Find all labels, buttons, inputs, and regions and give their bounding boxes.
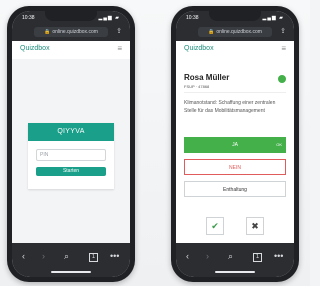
phone-notch: [45, 11, 97, 21]
home-indicator: [215, 271, 255, 273]
more-icon[interactable]: •••: [110, 251, 119, 261]
home-indicator: [51, 271, 91, 273]
hamburger-icon[interactable]: ≡: [281, 44, 286, 53]
app-header: Quizdbox ≡: [176, 41, 294, 60]
voting-page: Rosa Müller FSUP · 47868 Klimanotstand: …: [176, 59, 294, 243]
voter-subtitle: FSUP · 47868: [184, 84, 210, 89]
search-icon[interactable]: ⌕: [64, 251, 69, 262]
lock-icon: 🔒: [44, 29, 51, 35]
login-card: QIYYVA PIN Starten: [28, 123, 114, 189]
signal-battery-icons: ▂▄▆ ▰: [98, 15, 120, 21]
lock-icon: 🔒: [208, 29, 215, 35]
share-icon[interactable]: ⇪: [280, 27, 286, 35]
vote-no-button[interactable]: NEIN: [184, 159, 286, 175]
back-icon[interactable]: ‹: [186, 251, 189, 261]
phone-screen: 10:38 ▂▄▆ ▰ 🔒 online.quizdbox.com ⇪ Quizd…: [176, 11, 294, 277]
tabs-icon[interactable]: 1: [89, 253, 98, 262]
pin-input[interactable]: PIN: [36, 149, 106, 161]
browser-toolbar: ‹ › ⌕ 1 •••: [12, 243, 130, 277]
phone-screen: 10:38 ▂▄▆ ▰ 🔒 online.quizdbox.com ⇪ Quizd…: [12, 11, 130, 277]
cancel-close-icon[interactable]: ✖: [246, 217, 264, 235]
browser-toolbar: ‹ › ⌕ 1 •••: [176, 243, 294, 277]
app-logo: Quizdbox: [20, 45, 50, 52]
vote-yes-button[interactable]: JA OK: [184, 137, 286, 153]
login-page: QIYYVA PIN Starten: [12, 59, 130, 243]
status-time: 10:38: [186, 15, 199, 21]
back-icon[interactable]: ‹: [22, 251, 25, 261]
login-banner: QIYYVA: [28, 123, 114, 141]
search-icon[interactable]: ⌕: [228, 251, 233, 262]
motion-text: Klimanotstand: Schaffung einer zentralen…: [184, 100, 276, 114]
url-text: online.quizdbox.com: [52, 29, 98, 35]
start-button[interactable]: Starten: [36, 167, 106, 176]
action-row: ✔ ✖: [176, 217, 294, 235]
vote-abstain-button[interactable]: Enthaltung: [184, 181, 286, 197]
signal-battery-icons: ▂▄▆ ▰: [262, 15, 284, 21]
selected-tag: OK: [276, 142, 282, 147]
more-icon[interactable]: •••: [274, 251, 283, 261]
app-header: Quizdbox ≡: [12, 41, 130, 60]
tabs-icon[interactable]: 1: [253, 253, 262, 262]
vote-yes-label: JA: [232, 142, 238, 148]
app-logo: Quizdbox: [184, 45, 214, 52]
forward-icon[interactable]: ›: [42, 251, 45, 261]
share-icon[interactable]: ⇪: [116, 27, 122, 35]
confirm-check-icon[interactable]: ✔: [206, 217, 224, 235]
phone-left: 10:38 ▂▄▆ ▰ 🔒 online.quizdbox.com ⇪ Quizd…: [7, 6, 135, 282]
forward-icon[interactable]: ›: [206, 251, 209, 261]
voter-name: Rosa Müller: [184, 73, 230, 82]
url-field[interactable]: 🔒 online.quizdbox.com: [198, 27, 272, 37]
url-field[interactable]: 🔒 online.quizdbox.com: [34, 27, 108, 37]
phone-notch: [209, 11, 261, 21]
phone-right: 10:38 ▂▄▆ ▰ 🔒 online.quizdbox.com ⇪ Quizd…: [171, 6, 299, 282]
divider: [184, 92, 286, 93]
status-time: 10:38: [22, 15, 35, 21]
status-indicator: [278, 75, 286, 83]
hamburger-icon[interactable]: ≡: [117, 44, 122, 53]
browser-url-bar[interactable]: 🔒 online.quizdbox.com ⇪: [12, 25, 130, 41]
browser-url-bar[interactable]: 🔒 online.quizdbox.com ⇪: [176, 25, 294, 41]
url-text: online.quizdbox.com: [216, 29, 262, 35]
